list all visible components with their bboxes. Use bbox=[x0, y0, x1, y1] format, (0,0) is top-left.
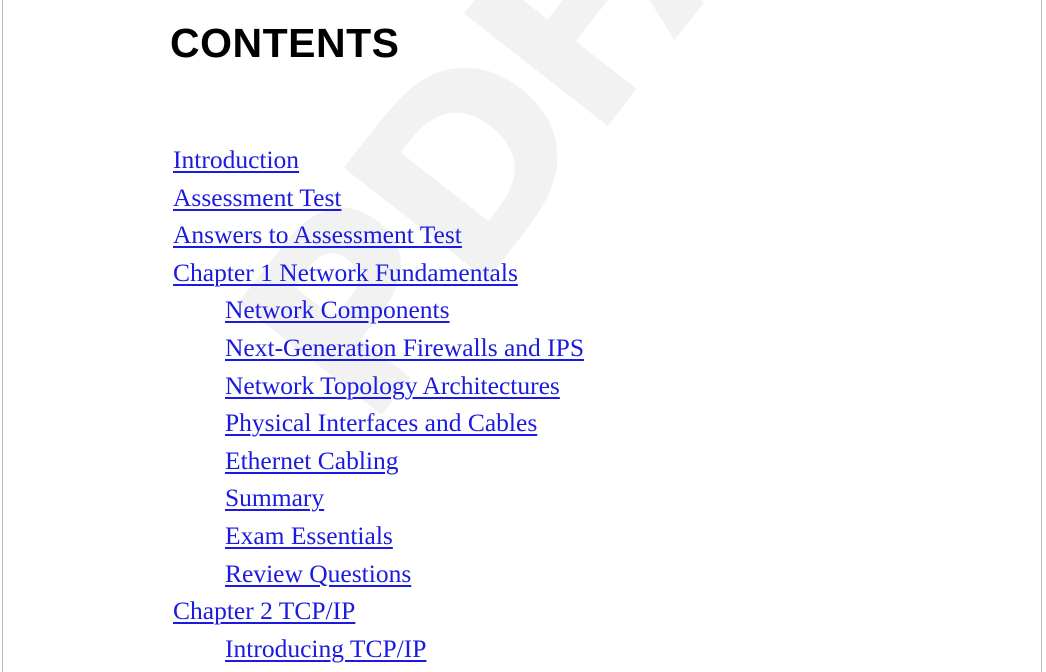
toc-link[interactable]: Introduction bbox=[173, 145, 299, 174]
toc-entry: Chapter 1 Network Fundamentals bbox=[0, 254, 1046, 292]
toc-entry: Chapter 2 TCP/IP bbox=[0, 592, 1046, 630]
toc-entry: Summary bbox=[0, 479, 1046, 517]
page-border-left bbox=[2, 0, 3, 672]
toc-link[interactable]: Next-Generation Firewalls and IPS bbox=[225, 333, 584, 362]
toc-entry: Introducing TCP/IP bbox=[0, 630, 1046, 668]
toc-entry: Introduction bbox=[0, 141, 1046, 179]
toc-link[interactable]: Exam Essentials bbox=[225, 521, 393, 550]
toc-link[interactable]: Chapter 2 TCP/IP bbox=[173, 596, 355, 625]
toc-link[interactable]: Network Topology Architectures bbox=[225, 371, 560, 400]
page-border-right bbox=[1041, 0, 1042, 672]
toc-link[interactable]: Summary bbox=[225, 483, 324, 512]
toc-link[interactable]: Chapter 1 Network Fundamentals bbox=[173, 258, 518, 287]
toc-entry: Network Topology Architectures bbox=[0, 367, 1046, 405]
toc-link[interactable]: Review Questions bbox=[225, 559, 411, 588]
toc-entry: Physical Interfaces and Cables bbox=[0, 404, 1046, 442]
toc-entry: Assessment Test bbox=[0, 179, 1046, 217]
toc-entry: Answers to Assessment Test bbox=[0, 216, 1046, 254]
toc-link[interactable]: Answers to Assessment Test bbox=[173, 220, 462, 249]
toc-link[interactable]: Ethernet Cabling bbox=[225, 446, 399, 475]
toc-entry: Review Questions bbox=[0, 555, 1046, 593]
toc-link[interactable]: Physical Interfaces and Cables bbox=[225, 408, 537, 437]
toc-entry: Network Components bbox=[0, 291, 1046, 329]
toc-link[interactable]: Introducing TCP/IP bbox=[225, 634, 426, 663]
toc-entry: Exam Essentials bbox=[0, 517, 1046, 555]
page-title: CONTENTS bbox=[170, 20, 400, 66]
toc-link[interactable]: Network Components bbox=[225, 295, 450, 324]
table-of-contents: Introduction Assessment Test Answers to As… bbox=[0, 141, 1046, 667]
toc-link[interactable]: Assessment Test bbox=[173, 183, 341, 212]
document-page: PDFAway CONTENTS IntroductionAssessment … bbox=[0, 0, 1046, 672]
toc-entry: Next-Generation Firewalls and IPS bbox=[0, 329, 1046, 367]
toc-entry: Ethernet Cabling bbox=[0, 442, 1046, 480]
